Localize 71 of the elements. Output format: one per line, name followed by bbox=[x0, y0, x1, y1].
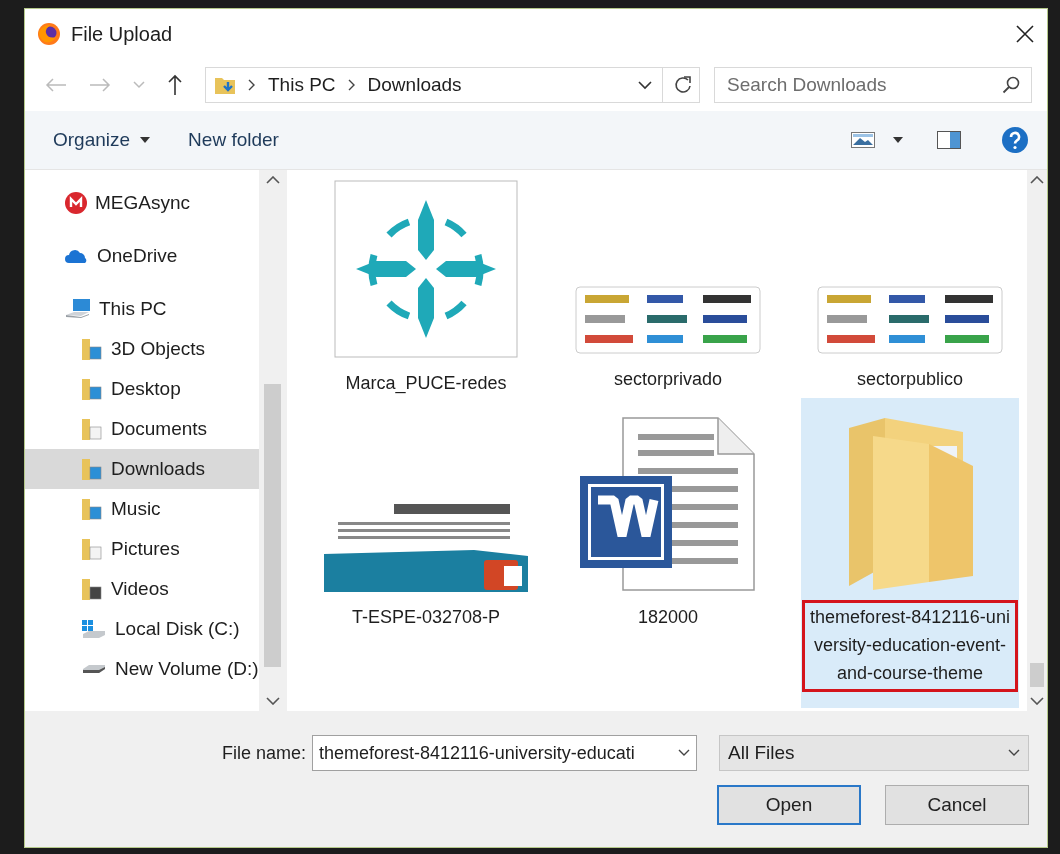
sidebar-item[interactable]: MEGAsync bbox=[25, 183, 259, 223]
folder-icon bbox=[81, 417, 103, 441]
organize-button[interactable]: Organize bbox=[41, 125, 163, 155]
file-item[interactable]: 182000 bbox=[559, 398, 777, 708]
breadcrumb-item[interactable]: This PC bbox=[268, 74, 336, 96]
new-folder-button[interactable]: New folder bbox=[176, 125, 291, 155]
refresh-icon[interactable] bbox=[673, 75, 693, 95]
caret-icon bbox=[140, 137, 151, 143]
download-folder-icon bbox=[214, 75, 236, 95]
search-icon bbox=[1002, 76, 1020, 94]
window-title: File Upload bbox=[71, 22, 173, 46]
dialog-button[interactable]: Open bbox=[717, 785, 861, 825]
file-name-field[interactable]: themeforest-8412116-university-educati bbox=[312, 735, 697, 771]
file-name: Marca_PUCE-redes bbox=[344, 372, 508, 396]
file-name: themeforest-8412116-university-education-event-and-course-theme bbox=[802, 600, 1018, 692]
chevron-right-icon bbox=[347, 79, 356, 91]
dialog-button[interactable]: Cancel bbox=[885, 785, 1029, 825]
file-name-label: File name: bbox=[221, 742, 306, 764]
file-item[interactable]: T-ESPE-032708-P bbox=[317, 398, 535, 708]
folder-icon bbox=[81, 337, 103, 361]
view-options-icon[interactable] bbox=[851, 132, 875, 148]
file-item[interactable]: sectorpublico bbox=[801, 176, 1019, 398]
computer-icon bbox=[65, 298, 91, 320]
sidebar-item[interactable]: Pictures bbox=[25, 529, 259, 569]
close-icon[interactable] bbox=[1015, 24, 1035, 44]
sidebar-item[interactable]: Desktop bbox=[25, 369, 259, 409]
file-name: 182000 bbox=[636, 606, 700, 629]
sidebar-item[interactable]: OneDrive bbox=[25, 236, 259, 276]
file-item[interactable]: sectorprivado bbox=[559, 176, 777, 398]
sidebar-item[interactable]: Videos bbox=[25, 569, 259, 609]
address-bar[interactable]: This PC Downloads bbox=[205, 67, 700, 103]
file-item[interactable]: themeforest-8412116-university-education-event-and-course-theme bbox=[801, 398, 1019, 708]
preview-pane-icon[interactable] bbox=[937, 131, 961, 149]
sidebar-item[interactable]: Downloads bbox=[25, 449, 259, 489]
chevron-right-icon bbox=[248, 79, 256, 91]
chevron-down-icon bbox=[678, 749, 690, 757]
sidebar-item[interactable]: New Volume (D:) bbox=[25, 649, 259, 689]
sidebar-item[interactable]: Local Disk (C:) bbox=[25, 609, 259, 649]
file-item[interactable]: Marca_PUCE-redes bbox=[317, 176, 535, 398]
folder-icon bbox=[81, 457, 103, 481]
scrollbar-thumb[interactable] bbox=[1030, 663, 1044, 687]
sidebar-item[interactable]: Documents bbox=[25, 409, 259, 449]
chevron-down-icon[interactable] bbox=[265, 697, 280, 705]
scrollbar-thumb[interactable] bbox=[264, 384, 281, 667]
chevron-down-icon bbox=[1008, 749, 1020, 757]
drive-icon bbox=[81, 619, 107, 639]
m-logo-icon bbox=[65, 192, 87, 214]
document-icon bbox=[578, 416, 758, 592]
chevron-down-icon[interactable] bbox=[1030, 697, 1044, 705]
breadcrumb-item[interactable]: Downloads bbox=[367, 74, 462, 96]
up-arrow-icon[interactable] bbox=[167, 74, 183, 96]
sidebar-item[interactable]: 3D Objects bbox=[25, 329, 259, 369]
file-name: T-ESPE-032708-P bbox=[350, 606, 502, 629]
app-icon bbox=[37, 22, 61, 46]
help-icon[interactable] bbox=[1001, 126, 1029, 154]
folder-icon bbox=[81, 577, 103, 601]
folder-icon bbox=[81, 497, 103, 521]
chevron-down-icon[interactable] bbox=[638, 80, 652, 90]
file-type-dropdown[interactable]: All Files bbox=[719, 735, 1029, 771]
chevron-up-icon[interactable] bbox=[265, 176, 280, 184]
file-name: sectorpublico bbox=[855, 368, 965, 391]
chevron-up-icon[interactable] bbox=[1030, 176, 1044, 184]
sidebar-item[interactable]: This PC bbox=[25, 289, 259, 329]
cloud-icon bbox=[65, 248, 89, 264]
folder-icon bbox=[81, 377, 103, 401]
sidebar-item[interactable]: Music bbox=[25, 489, 259, 529]
folder-icon bbox=[81, 537, 103, 561]
drive-icon bbox=[81, 663, 107, 675]
file-name: sectorprivado bbox=[612, 368, 724, 391]
caret-icon[interactable] bbox=[893, 137, 903, 143]
search-field[interactable]: Search Downloads bbox=[714, 67, 1032, 103]
